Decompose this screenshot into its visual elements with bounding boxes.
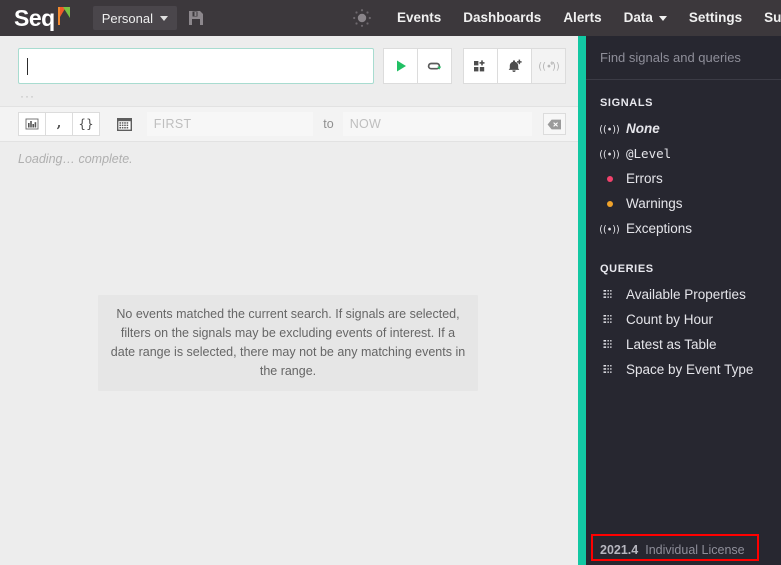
main-nav: Events Dashboards Alerts Data Settings S… bbox=[386, 0, 781, 36]
spinner-icon bbox=[352, 7, 372, 29]
table-dots-icon bbox=[600, 364, 619, 375]
sidebar-item-label: Space by Event Type bbox=[626, 362, 754, 377]
signal-icon: ((•)) bbox=[600, 223, 619, 235]
svg-text:{}: {} bbox=[79, 118, 93, 131]
backspace-clear-icon[interactable] bbox=[543, 113, 566, 135]
refresh-loop-button[interactable] bbox=[417, 48, 452, 84]
nav-item-dashboards[interactable]: Dashboards bbox=[452, 0, 552, 36]
sidebar-item-warnings[interactable]: Warnings bbox=[586, 191, 781, 216]
sidebar-search-placeholder: Find signals and queries bbox=[600, 50, 741, 65]
svg-text:((•)): ((•)) bbox=[600, 149, 619, 160]
chart-view-button[interactable] bbox=[18, 112, 46, 136]
sidebar-item-none[interactable]: ((•)) None bbox=[586, 116, 781, 141]
create-signal-button: ((•)) bbox=[531, 48, 566, 84]
scope-selector-button[interactable]: Personal bbox=[92, 6, 177, 30]
version-label: 2021.4 bbox=[600, 543, 639, 557]
signals-sidebar: Find signals and queries SIGNALS ((•)) N… bbox=[586, 36, 781, 565]
json-view-button[interactable]: {} bbox=[72, 112, 100, 136]
scope-selector-label: Personal bbox=[101, 10, 153, 26]
sidebar-item-errors[interactable]: Errors bbox=[586, 166, 781, 191]
table-dots-icon bbox=[600, 289, 619, 300]
dot-icon bbox=[600, 175, 619, 182]
seq-app-window: Seq Personal Events Dashboards Alerts Da… bbox=[0, 0, 781, 565]
query-toolbar: ((•)) ··· bbox=[0, 36, 578, 103]
sidebar-item-space-by-event-type[interactable]: Space by Event Type bbox=[586, 357, 781, 382]
chevron-down-icon bbox=[160, 15, 168, 21]
result-view-group: , {} bbox=[18, 112, 100, 136]
date-to-placeholder: NOW bbox=[349, 117, 382, 131]
query-action-group bbox=[383, 48, 452, 84]
loading-status-text: Loading… complete. bbox=[18, 152, 133, 166]
sidebar-item-label: Exceptions bbox=[626, 221, 693, 236]
top-navigation-bar: Seq Personal Events Dashboards Alerts Da… bbox=[0, 0, 781, 36]
nav-item-support[interactable]: Supp bbox=[753, 0, 781, 36]
nav-label: Dashboards bbox=[463, 10, 542, 25]
flag-icon bbox=[57, 7, 71, 25]
date-from-placeholder: FIRST bbox=[153, 117, 192, 131]
nav-label: Alerts bbox=[563, 10, 602, 25]
svg-text:((•)): ((•)) bbox=[600, 124, 619, 135]
signal-icon: ((•)) bbox=[600, 148, 619, 160]
sidebar-item-count-by-hour[interactable]: Count by Hour bbox=[586, 307, 781, 332]
date-range-toolbar: , {} FIRST to NOW bbox=[0, 106, 578, 142]
sidebar-item-available-properties[interactable]: Available Properties bbox=[586, 282, 781, 307]
svg-text:((•)): ((•)) bbox=[539, 62, 559, 73]
dot-icon bbox=[600, 200, 619, 207]
raw-view-button[interactable]: , bbox=[45, 112, 73, 136]
nav-item-settings[interactable]: Settings bbox=[678, 0, 753, 36]
nav-label: Data bbox=[623, 10, 653, 25]
date-range-to-label: to bbox=[323, 117, 334, 131]
calendar-icon[interactable] bbox=[112, 112, 137, 136]
sidebar-item-level[interactable]: ((•)) @Level bbox=[586, 141, 781, 166]
sidebar-footer: 2021.4 Individual License bbox=[586, 535, 781, 565]
logo-text: Seq bbox=[14, 4, 55, 31]
sidebar-item-label: Errors bbox=[626, 171, 663, 186]
floppy-save-icon[interactable] bbox=[189, 10, 203, 26]
add-to-dashboard-button[interactable] bbox=[463, 48, 498, 84]
nav-label: Settings bbox=[688, 10, 743, 25]
sidebar-item-label: Latest as Table bbox=[626, 337, 717, 352]
query-hint-ellipsis: ··· bbox=[20, 89, 35, 103]
main-content-area: ((•)) ··· , {} FIRST to NOW Loading… com… bbox=[0, 36, 578, 565]
query-toolbar-row: ((•)) bbox=[18, 48, 566, 84]
signal-action-group: ((•)) bbox=[463, 48, 566, 84]
sidebar-item-label: Available Properties bbox=[626, 287, 746, 302]
signal-icon: ((•)) bbox=[600, 123, 619, 135]
sidebar-item-label: None bbox=[626, 121, 660, 136]
sidebar-search-input[interactable]: Find signals and queries bbox=[586, 36, 781, 80]
sidebar-item-label: @Level bbox=[626, 146, 672, 161]
sidebar-item-label: Warnings bbox=[626, 196, 683, 211]
empty-state-message: No events matched the current search. If… bbox=[98, 295, 478, 391]
table-dots-icon bbox=[600, 314, 619, 325]
app-logo[interactable]: Seq bbox=[14, 0, 71, 36]
date-from-input[interactable]: FIRST bbox=[146, 112, 314, 136]
nav-item-data[interactable]: Data bbox=[613, 0, 678, 36]
chevron-down-icon bbox=[658, 15, 667, 21]
sidebar-item-label: Count by Hour bbox=[626, 312, 714, 327]
search-input[interactable] bbox=[18, 48, 374, 84]
queries-section-title: QUERIES bbox=[600, 263, 654, 275]
sidebar-item-latest-as-table[interactable]: Latest as Table bbox=[586, 332, 781, 357]
nav-item-alerts[interactable]: Alerts bbox=[552, 0, 612, 36]
svg-text:,: , bbox=[57, 118, 62, 130]
text-caret bbox=[27, 57, 28, 75]
nav-label: Supp bbox=[764, 10, 781, 25]
table-dots-icon bbox=[600, 339, 619, 350]
sidebar-item-exceptions[interactable]: ((•)) Exceptions bbox=[586, 216, 781, 241]
svg-text:((•)): ((•)) bbox=[600, 224, 619, 235]
run-query-button[interactable] bbox=[383, 48, 418, 84]
nav-item-events[interactable]: Events bbox=[386, 0, 452, 36]
license-label: Individual License bbox=[645, 543, 745, 557]
accent-divider bbox=[578, 36, 586, 565]
nav-label: Events bbox=[397, 10, 442, 25]
create-alert-button[interactable] bbox=[497, 48, 532, 84]
date-to-input[interactable]: NOW bbox=[342, 112, 533, 136]
signals-section-title: SIGNALS bbox=[600, 97, 654, 109]
